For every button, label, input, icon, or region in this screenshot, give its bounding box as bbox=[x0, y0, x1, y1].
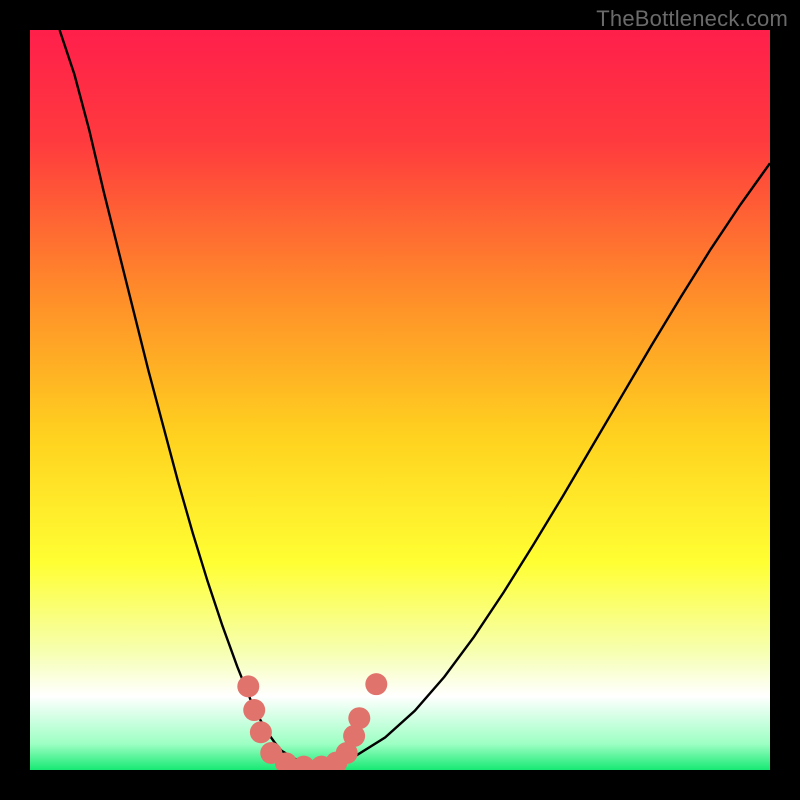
highlight-dot bbox=[348, 707, 370, 729]
highlight-dot bbox=[365, 673, 387, 695]
highlight-dot bbox=[237, 675, 259, 697]
highlight-dot bbox=[250, 721, 272, 743]
plot-area bbox=[30, 30, 770, 770]
gradient-background bbox=[30, 30, 770, 770]
chart-frame: TheBottleneck.com bbox=[0, 0, 800, 800]
highlight-dot bbox=[243, 699, 265, 721]
watermark-text: TheBottleneck.com bbox=[596, 6, 788, 32]
chart-svg bbox=[30, 30, 770, 770]
